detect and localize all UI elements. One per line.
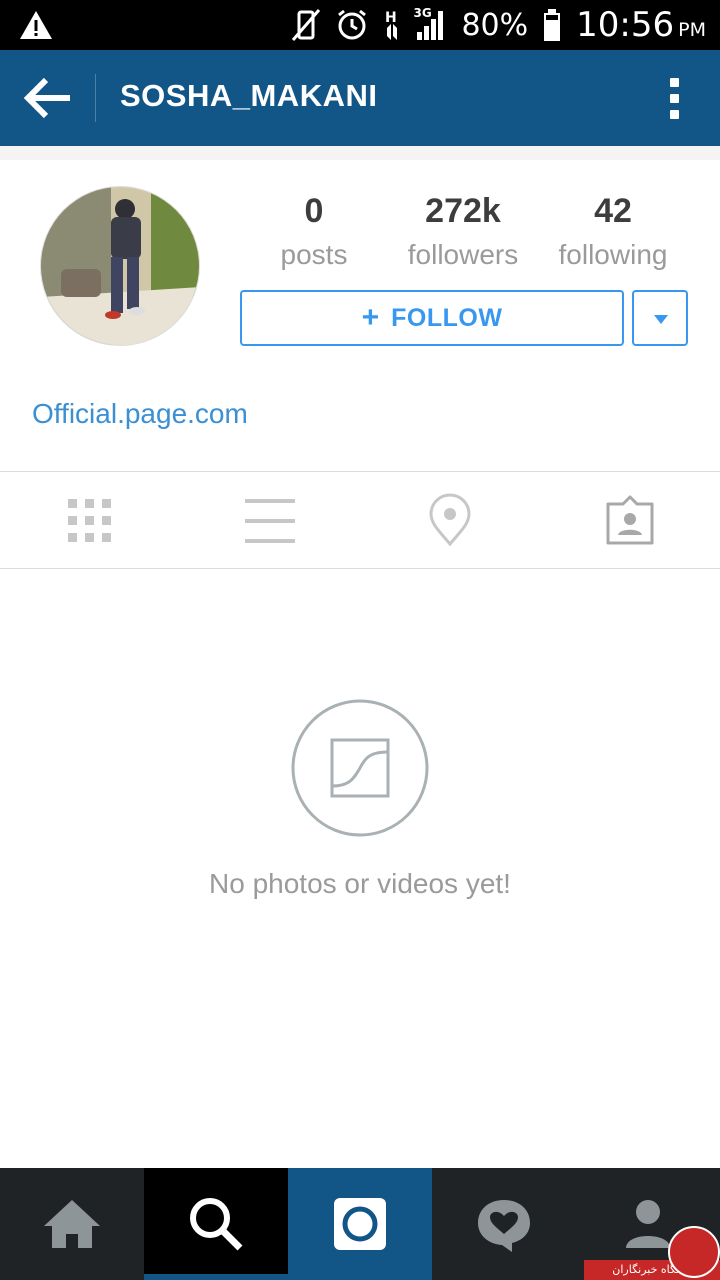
follow-button[interactable]: + FOLLOW: [240, 290, 624, 346]
alarm-icon: [338, 9, 367, 40]
nav-search[interactable]: [144, 1168, 288, 1280]
posts-count: 0: [304, 192, 324, 230]
nav-home[interactable]: [0, 1168, 144, 1280]
nav-camera[interactable]: [288, 1168, 432, 1280]
tab-map[interactable]: [405, 490, 495, 552]
tab-tagged[interactable]: [585, 490, 675, 552]
watermark-logo: [668, 1226, 720, 1278]
battery-icon: [544, 9, 561, 41]
empty-photo-icon: [291, 699, 429, 837]
overflow-menu-icon[interactable]: [664, 78, 684, 120]
followers-count: 272k: [425, 192, 501, 230]
signal-icon: 3G: [413, 6, 447, 42]
nav-activity[interactable]: [432, 1168, 576, 1280]
battery-percentage: 80%: [461, 7, 529, 43]
header-shadow-gap: [0, 146, 720, 160]
clock-time: 10:56: [576, 5, 675, 45]
tab-list[interactable]: [225, 490, 315, 552]
posts-stat: 0 posts: [239, 192, 389, 271]
clock: 10:56 PM: [576, 5, 706, 45]
following-label: following: [558, 239, 668, 270]
tagged-photos-icon: [606, 495, 654, 545]
followers-label: followers: [407, 239, 519, 270]
list-icon: [245, 499, 295, 543]
home-icon: [44, 1200, 100, 1248]
following-stat[interactable]: 42 following: [538, 192, 688, 271]
avatar[interactable]: [40, 186, 200, 346]
search-icon: [190, 1198, 243, 1251]
profile-username: SOSHA_MAKANI: [120, 78, 378, 113]
clock-ampm: PM: [678, 19, 706, 41]
activity-heart-icon: [478, 1200, 530, 1252]
plus-icon: +: [361, 301, 380, 334]
tab-grid[interactable]: [45, 490, 135, 552]
warning-icon: [20, 11, 52, 39]
profile-website-link[interactable]: Official.page.com: [32, 398, 248, 430]
back-arrow-icon[interactable]: [22, 76, 74, 120]
follow-label: FOLLOW: [391, 303, 503, 332]
camera-icon: [334, 1198, 386, 1250]
followers-stat[interactable]: 272k followers: [388, 192, 538, 271]
vibrate-off-icon: [292, 9, 321, 41]
news-agency-watermark: باشگاه خبرنگاران: [584, 1224, 720, 1280]
triangle-down-icon: [654, 315, 668, 324]
status-bar: H 3G 80% 10:56 PM: [0, 0, 720, 50]
header-divider: [95, 74, 96, 122]
svg-text:H: H: [385, 10, 397, 26]
following-count: 42: [594, 192, 632, 230]
divider: [0, 568, 720, 569]
posts-label: posts: [280, 239, 348, 270]
active-tab-indicator: [144, 1274, 288, 1280]
empty-state-message: No photos or videos yet!: [209, 868, 511, 899]
grid-icon: [68, 499, 111, 542]
app-header: SOSHA_MAKANI: [0, 50, 720, 146]
suggestions-dropdown-button[interactable]: [632, 290, 688, 346]
hspa-data-icon: H: [385, 10, 398, 40]
location-pin-icon: [429, 493, 471, 547]
divider: [0, 471, 720, 472]
